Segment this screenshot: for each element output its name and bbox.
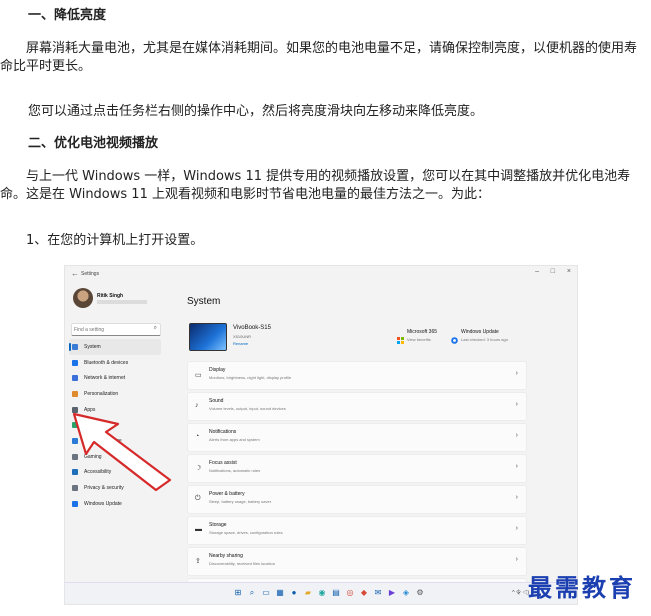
microsoft365-title: Microsoft 365 — [407, 329, 438, 335]
windows-update-title: Windows Update — [461, 329, 499, 335]
chevron-right-icon: › — [515, 494, 518, 501]
search-box[interactable]: ⌕ — [71, 323, 161, 336]
brush-icon — [72, 390, 78, 397]
update-icon — [72, 500, 78, 507]
microsoft365-sub: View benefits — [407, 337, 431, 342]
card-title: Focus assist — [209, 460, 237, 466]
paragraph-brightness-intro: 屏幕消耗大量电池，尤其是在媒体消耗期间。如果您的电池电量不足，请确保控制亮度，以… — [0, 41, 638, 74]
sidebar-item-label: Bluetooth & devices — [84, 359, 129, 366]
system-icon — [72, 343, 78, 350]
device-name: VivoBook-S15 — [233, 325, 271, 331]
heading-reduce-brightness: 一、降低亮度 — [28, 8, 107, 23]
heading-video-playback: 二、优化电池视频播放 — [28, 136, 159, 151]
search-input[interactable] — [74, 324, 148, 335]
sidebar-item-label: Windows Update — [84, 500, 122, 507]
card-icon: ▭ — [195, 372, 202, 379]
media-icon[interactable]: ▶ — [387, 588, 397, 598]
chevron-right-icon: › — [515, 432, 518, 439]
page-title: System — [187, 296, 221, 307]
chevron-right-icon: › — [515, 370, 518, 377]
paragraph-video-playback: 与上一代 Windows 一样，Windows 11 提供专用的视频播放设置，您… — [0, 169, 631, 202]
user-email-redacted — [97, 300, 147, 304]
chevron-right-icon: › — [515, 556, 518, 563]
photos-icon[interactable]: ◈ — [401, 588, 411, 598]
settings-card-nearby-sharing[interactable]: ⇪ Nearby sharing Discoverability, received… — [187, 547, 527, 576]
task-view-icon[interactable]: ▭ — [261, 588, 271, 598]
settings-card-focus-assist[interactable]: ☽ Focus assist Notifications, automatic ru… — [187, 454, 527, 483]
chevron-right-icon: › — [515, 401, 518, 408]
card-icon: ▬ — [195, 526, 202, 533]
annotation-arrow-icon — [72, 412, 172, 492]
card-title: Power & battery — [209, 491, 245, 497]
store-icon[interactable]: ▤ — [331, 588, 341, 598]
sidebar-item-personalization[interactable]: Personalization — [69, 386, 161, 402]
settings-card-power-battery[interactable]: ⏻ Power & battery Sleep, battery usage, ba… — [187, 485, 527, 514]
network-icon — [72, 375, 78, 382]
window-title: Settings — [81, 271, 100, 277]
watermark-logo: 最需教育 — [528, 573, 636, 602]
sidebar-item-network-internet[interactable]: Network & internet — [69, 370, 161, 386]
rename-link[interactable]: Rename — [233, 341, 248, 346]
device-model: X510UNR — [233, 334, 252, 339]
card-subtitle: Monitors, brightness, night light, displ… — [209, 375, 292, 380]
back-arrow-icon[interactable]: ← — [71, 269, 79, 278]
bluetooth-icon — [72, 359, 78, 366]
card-icon: ⏻ — [195, 495, 201, 502]
main-panel: System VivoBook-S15 X510UNR Rename Micro… — [187, 266, 577, 604]
avatar — [73, 288, 93, 308]
card-subtitle: Discoverability, received files location — [209, 561, 275, 566]
mail-icon[interactable]: ✉ — [373, 588, 383, 598]
windows-update-sub: Last checked: 3 hours ago — [461, 337, 508, 342]
settings-card-display[interactable]: ▭ Display Monitors, brightness, night ligh… — [187, 361, 527, 390]
card-subtitle: Volume levels, output, input, sound devi… — [209, 406, 286, 411]
search-icon: ⌕ — [153, 325, 157, 331]
sidebar-item-system[interactable]: System — [69, 339, 161, 355]
device-image — [189, 323, 227, 351]
settings-cards: ▭ Display Monitors, brightness, night ligh… — [187, 361, 527, 604]
card-title: Notifications — [209, 429, 237, 435]
user-name: Ritik Singh — [97, 293, 124, 299]
settings-card-notifications[interactable]: ◔ Notifications Alerts from apps and syste… — [187, 423, 527, 452]
office-icon[interactable]: ◆ — [359, 588, 369, 598]
system-tray[interactable]: ^ 令 ◁) — [512, 589, 529, 596]
chat-icon[interactable]: ● — [289, 588, 299, 598]
card-title: Storage — [209, 522, 227, 528]
card-icon: ♪ — [195, 402, 199, 409]
card-icon: ⇪ — [195, 558, 201, 565]
card-icon: ◔ — [195, 433, 200, 440]
taskbar-icons: ⊞ ⌕ ▭ ▦ ● ▰ ◉ ▤ ◎ ◆ ✉ ▶ ◈ ⚙ — [233, 588, 425, 598]
sidebar-item-label: System — [84, 343, 101, 350]
chrome-icon[interactable]: ◎ — [345, 588, 355, 598]
settings-taskbar-icon[interactable]: ⚙ — [415, 588, 425, 598]
browser-icon[interactable]: ◉ — [317, 588, 327, 598]
card-icon: ☽ — [195, 465, 202, 472]
folder-icon[interactable]: ▰ — [303, 588, 313, 598]
settings-card-storage[interactable]: ▬ Storage Storage space, drives, configura… — [187, 516, 527, 545]
chevron-right-icon: › — [515, 463, 518, 470]
card-subtitle: Notifications, automatic rules — [209, 468, 261, 473]
chevron-right-icon: › — [515, 525, 518, 532]
card-title: Display — [209, 367, 226, 373]
card-subtitle: Sleep, battery usage, battery saver — [209, 499, 272, 504]
card-subtitle: Storage space, drives, configuration rul… — [209, 530, 283, 535]
widgets-icon[interactable]: ▦ — [275, 588, 285, 598]
paragraph-brightness-how: 您可以通过点击任务栏右侧的操作中心，然后将亮度滑块向左移动来降低亮度。 — [28, 104, 484, 119]
step-open-settings: 1、在您的计算机上打开设置。 — [26, 233, 204, 248]
sidebar-item-windows-update[interactable]: Windows Update — [69, 496, 161, 512]
sidebar-item-label: Personalization — [84, 390, 119, 397]
card-title: Nearby sharing — [209, 553, 243, 559]
microsoft-logo-icon — [397, 331, 404, 344]
update-icon — [451, 331, 458, 344]
start-icon[interactable]: ⊞ — [233, 588, 243, 598]
search-taskbar-icon[interactable]: ⌕ — [247, 588, 257, 598]
sidebar-item-bluetooth-devices[interactable]: Bluetooth & devices — [69, 355, 161, 371]
settings-card-sound[interactable]: ♪ Sound Volume levels, output, input, soun… — [187, 392, 527, 421]
taskbar: ⊞ ⌕ ▭ ▦ ● ▰ ◉ ▤ ◎ ◆ ✉ ▶ ◈ ⚙ ^ 令 ◁) — [65, 582, 577, 604]
sidebar-item-label: Network & internet — [84, 375, 126, 382]
card-subtitle: Alerts from apps and system — [209, 437, 260, 442]
card-title: Sound — [209, 398, 224, 404]
